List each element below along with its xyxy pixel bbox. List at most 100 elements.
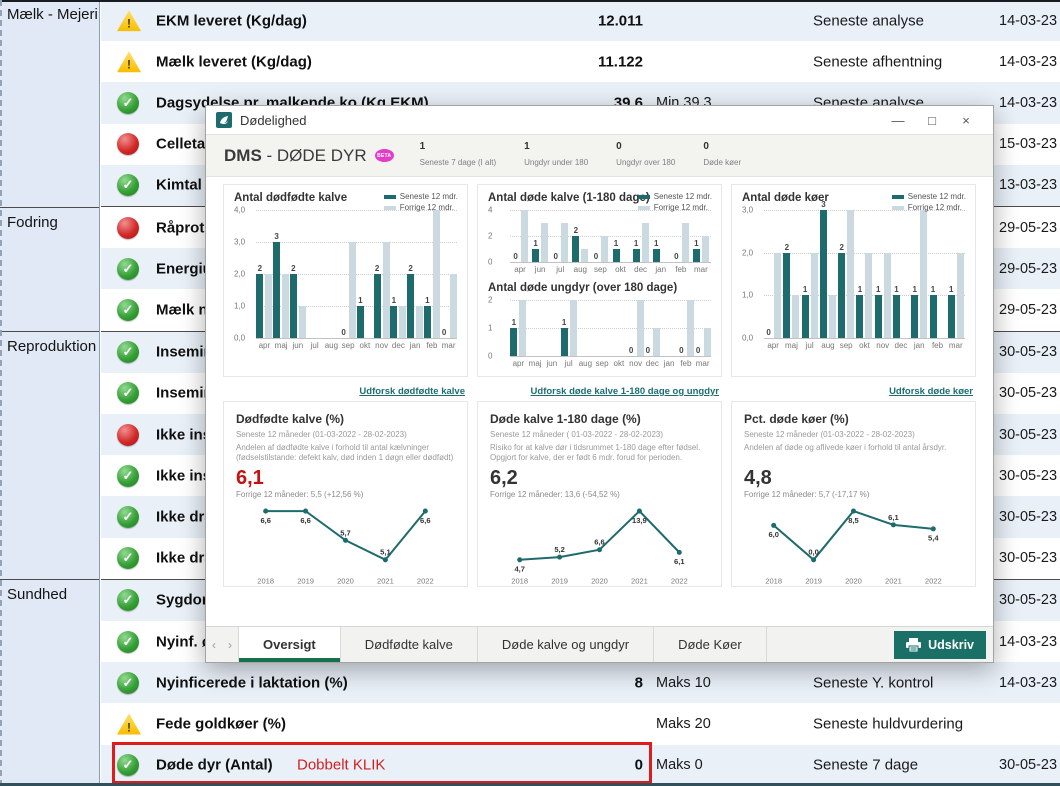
y-axis-tick: 1,0 [742,291,753,300]
month-label: nov [874,338,892,350]
bar-group [661,300,678,356]
table-row[interactable]: !Mælk leveret (Kg/dag)11.122Seneste afhe… [101,41,1060,82]
tab-døde-køer[interactable]: Døde Køer [654,627,767,662]
x-axis-labels: aprmajjunjulaugsepoktnovdecjanfebmar [256,338,457,350]
explore-link[interactable]: Udforsk døde kalve 1-180 dage og ungdyr [531,386,719,397]
status-ok-icon: ✓ [117,672,139,694]
bar-current [510,328,517,356]
dialog-titlebar[interactable]: Dødelighed — □ × [206,106,993,134]
table-row[interactable]: ✓Nyinficerede i laktation (%)8Maks 10Sen… [101,662,1060,703]
kpi-previous: Forrige 12 måneder: 13,6 (-54,52 %) [490,490,709,499]
bar-previous [541,223,548,262]
bar-previous [561,223,568,262]
month-label: maj [527,356,544,368]
svg-text:2018: 2018 [765,576,782,585]
bar-value-label: 1 [358,297,362,305]
svg-text:6,6: 6,6 [300,516,311,525]
explore-link[interactable]: Udforsk døde køer [889,386,973,397]
bar-current [693,249,700,262]
summary-stat: 0Døde køer [703,141,741,170]
month-label: dec [631,262,651,274]
status-ok-icon: ✓ [117,506,139,528]
close-button[interactable]: × [949,113,983,128]
row-label: Mælk n [156,302,208,319]
bar-previous [519,300,526,356]
table-row[interactable]: ✓Døde dyr (Antal)Dobbelt KLIK0Maks 0Sene… [101,745,1060,786]
month-label: jun [290,338,307,350]
bar-group: 1 [357,210,374,338]
legend-item: Forrige 12 mdr. [892,203,966,212]
dms-app-icon [216,112,232,128]
bar-previous [774,253,781,338]
tab-scroll-right-icon[interactable]: › [222,627,238,662]
table-row[interactable]: !Fede goldkøer (%)Maks 20Seneste huldvur… [101,703,1060,744]
row-label: Ikke ins [156,426,211,443]
tab-døde-kalve-og-ungdyr[interactable]: Døde kalve og ungdyr [478,627,654,662]
bar-value-label: 0 [341,329,345,337]
row-date: 14-03-23 [999,675,1059,691]
stat-label: Ungdyr over 180 [616,158,675,167]
bar-value-label: 1 [694,240,698,248]
explore-link[interactable]: Udforsk dødfødte kalve [359,386,465,397]
bar-group: 0 [678,300,695,356]
bar-group: 1 [801,210,819,338]
status-warning-icon: ! [117,714,141,735]
bar-value-label: 1 [512,319,516,327]
svg-text:2018: 2018 [257,576,274,585]
chart-plot: 4200102011101 [510,210,711,262]
table-row[interactable]: !EKM leveret (Kg/dag)12.011Seneste analy… [101,0,1060,41]
kpi-line-chart: 6,66,65,75,16,620182019202020212022 [236,501,455,585]
double-click-annotation: Dobbelt KLIK [297,757,385,774]
svg-text:2020: 2020 [845,576,862,585]
tab-strip: OversigtDødfødte kalveDøde kalve og ungd… [238,627,767,662]
stat-label: Ungdyr under 180 [524,158,588,167]
row-date: 13-03-23 [999,177,1059,193]
sidebar-section-label: Reproduktion [0,332,99,355]
bar-group [323,210,340,338]
row-label: Nyinf. ø [156,633,211,650]
bar-value-label: 1 [894,286,898,294]
stat-value: 0 [703,141,741,152]
gridline [510,356,711,357]
kpi-description: Andelen af døde og aflivede køer i forho… [744,443,963,464]
month-label: aug [577,356,594,368]
chart-legend: Seneste 12 mdr.Forrige 12 mdr. [892,192,966,214]
svg-text:2019: 2019 [805,576,822,585]
bar-current [572,236,579,262]
row-date: 15-03-23 [999,136,1059,152]
status-alert-icon [117,424,139,446]
tab-scroll-left-icon[interactable]: ‹ [206,627,222,662]
bar-chart-stillborn-calves: Antal dødfødte kalve4,03,02,01,00,023201… [234,192,457,350]
bar-value-label: 0 [629,347,633,355]
bar-group: 1 [855,210,873,338]
y-axis-tick: 1,0 [234,302,245,311]
legend-item: Forrige 12 mdr. [638,203,712,212]
kpi-card: Dødfødte kalve (%)Seneste 12 måneder (01… [223,401,468,587]
bar-group: 2 [256,210,273,338]
legend-label: Forrige 12 mdr. [908,203,962,212]
tab-dødfødte-kalve[interactable]: Dødfødte kalve [341,627,478,662]
svg-text:6,6: 6,6 [594,538,605,547]
window-top-edge [0,0,1060,2]
bar-group: 1 [510,300,527,356]
y-axis-tick: 0,0 [234,334,245,343]
printer-icon [906,638,921,652]
bar-previous [682,223,689,262]
print-button[interactable]: Udskriv [894,631,986,659]
kpi-period: Seneste 12 måneder ( 01-03-2022 - 28-02-… [490,430,709,439]
row-label: Døde dyr (Antal) [156,757,273,774]
maximize-button[interactable]: □ [915,113,949,128]
bar-group: 1 [910,210,928,338]
kpi-description: Andelen af dødfødte kalve i forhold til … [236,443,455,464]
bar-current [357,306,364,338]
minimize-button[interactable]: — [881,113,915,128]
row-label: Kimtal ( [156,177,211,194]
bar-previous [704,328,711,356]
month-label: sep [837,338,855,350]
tab-oversigt[interactable]: Oversigt [238,627,341,662]
sidebar-section-label: Fodring [0,208,99,231]
legend-swatch [638,195,650,199]
summary-stat: 1Ungdyr under 180 [524,141,588,170]
bar-current [290,274,297,338]
kpi-card: Pct. døde køer (%)Seneste 12 måneder (01… [731,401,976,587]
